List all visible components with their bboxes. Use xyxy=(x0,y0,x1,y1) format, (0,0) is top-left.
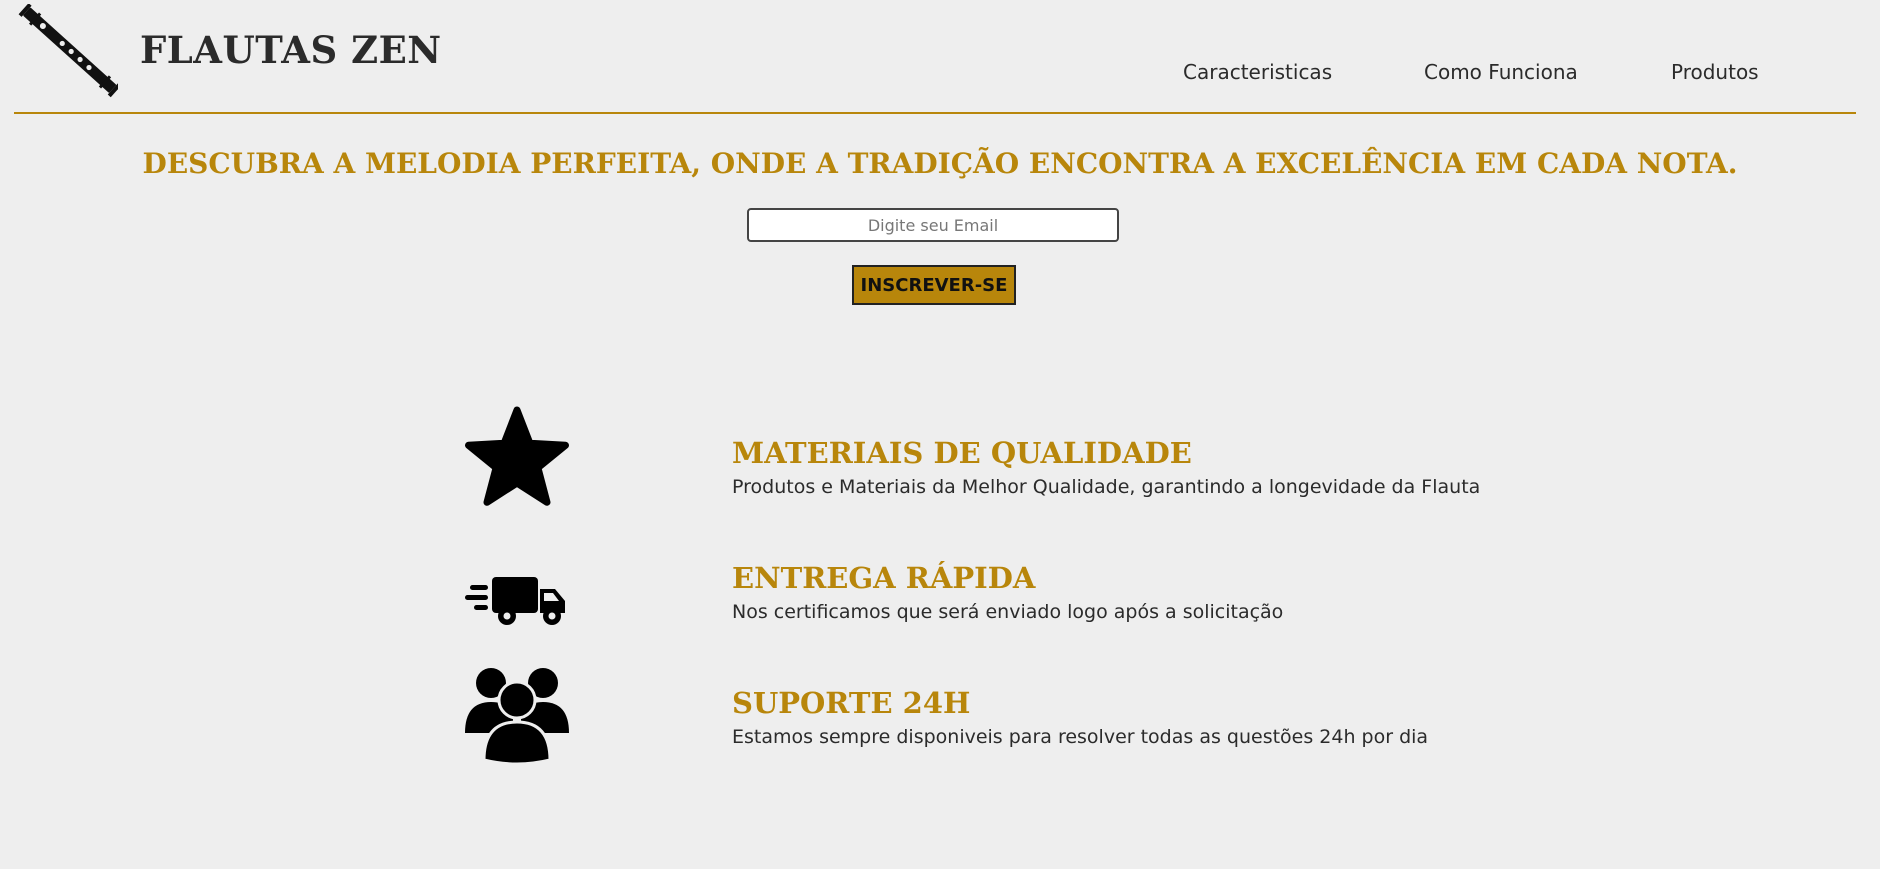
nav-link-produtos[interactable]: Produtos xyxy=(1671,60,1759,84)
nav-link-como-funciona[interactable]: Como Funciona xyxy=(1424,60,1578,84)
feature-description: Nos certificamos que será enviado logo a… xyxy=(732,601,1284,623)
feature-title: SUPORTE 24H xyxy=(732,686,971,720)
nav-link-caracteristicas[interactable]: Caracteristicas xyxy=(1183,60,1332,84)
feature-description: Estamos sempre disponiveis para resolver… xyxy=(732,726,1429,748)
site-header: FLAUTAS ZEN Caracteristicas Como Funcion… xyxy=(14,0,1856,114)
brand-name: FLAUTAS ZEN xyxy=(140,28,442,72)
subscribe-button[interactable]: INSCREVER-SE xyxy=(852,265,1016,305)
hero-headline: DESCUBRA A MELODIA PERFEITA, ONDE A TRAD… xyxy=(142,147,1738,180)
email-input[interactable] xyxy=(747,208,1119,242)
feature-title: ENTREGA RÁPIDA xyxy=(732,561,1036,595)
star-icon xyxy=(465,406,569,506)
delivery-truck-icon xyxy=(465,577,565,625)
flute-icon xyxy=(18,4,118,98)
users-icon xyxy=(465,668,569,766)
feature-description: Produtos e Materiais da Melhor Qualidade… xyxy=(732,476,1481,498)
feature-title: MATERIAIS DE QUALIDADE xyxy=(732,436,1192,470)
